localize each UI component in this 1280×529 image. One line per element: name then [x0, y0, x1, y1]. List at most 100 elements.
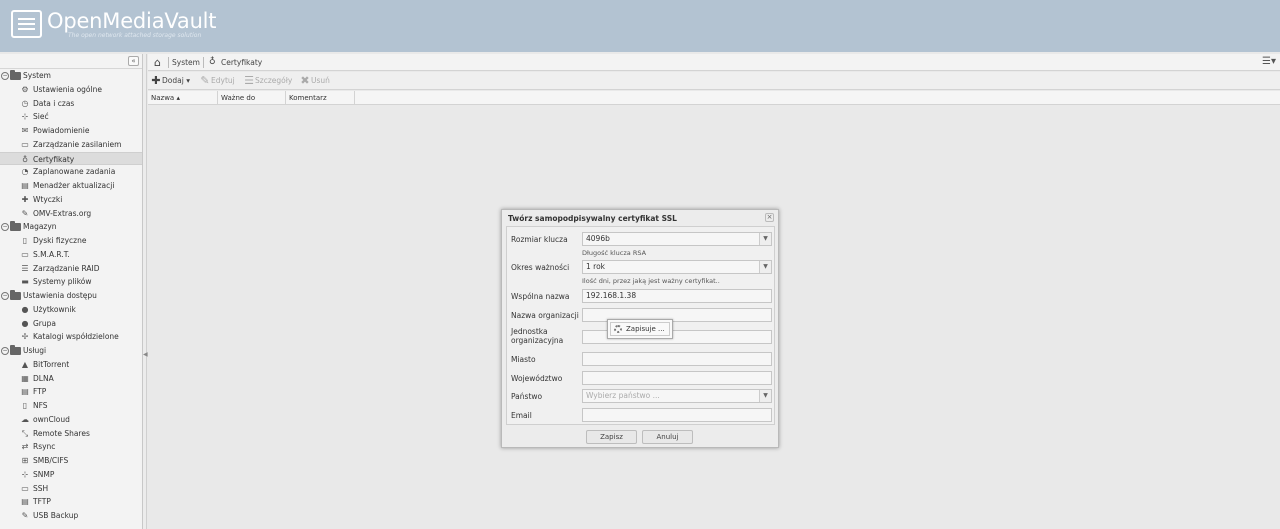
- sidebar-item[interactable]: ▤ FTP: [0, 385, 142, 399]
- sidebar-item[interactable]: ▭ Zarządzanie zasilaniem: [0, 138, 142, 152]
- country-select[interactable]: Wybierz państwo ... ▼: [582, 389, 772, 403]
- city-input[interactable]: [582, 352, 772, 366]
- breadcrumb-system[interactable]: System: [172, 54, 200, 71]
- sidebar-item[interactable]: ▯ NFS: [0, 399, 142, 413]
- collapse-toggle-icon[interactable]: −: [1, 72, 9, 80]
- key-size-select[interactable]: 4096b ▼: [582, 232, 772, 246]
- cancel-button[interactable]: Anuluj: [642, 430, 693, 444]
- edit-button[interactable]: ✎Edytuj: [200, 72, 234, 90]
- email-input[interactable]: [582, 408, 772, 422]
- collapse-toggle-icon[interactable]: −: [1, 292, 9, 300]
- details-button[interactable]: ☰Szczegóły: [244, 72, 292, 90]
- sidebar-item[interactable]: ▦ DLNA: [0, 372, 142, 386]
- power-icon: ▭: [21, 139, 29, 149]
- sidebar-item[interactable]: ◔ Zaplanowane zadania: [0, 165, 142, 179]
- sidebar-item-label: Systemy plików: [33, 277, 92, 287]
- ftp-icon: ▤: [21, 387, 29, 397]
- state-input[interactable]: [582, 371, 772, 385]
- sidebar-item-label: Zarządzanie RAID: [33, 263, 100, 273]
- collapse-toggle-icon[interactable]: −: [1, 347, 9, 355]
- sidebar-item[interactable]: ▯ Dyski fizyczne: [0, 234, 142, 248]
- options-menu-icon[interactable]: ☰▾: [1262, 57, 1276, 67]
- sidebar-item-label: Powiadomienie: [33, 126, 90, 135]
- splitter-arrow-icon[interactable]: ◀: [143, 351, 148, 358]
- sidebar-item[interactable]: ▲ BitTorrent: [0, 358, 142, 372]
- key-size-hint: Długość klucza RSA: [582, 249, 647, 257]
- collapse-sidebar-button[interactable]: «: [128, 56, 139, 66]
- sidebar-item-label: NFS: [33, 401, 48, 410]
- collapse-toggle-icon[interactable]: −: [1, 223, 9, 232]
- sidebar-item[interactable]: ▤ TFTP: [0, 495, 142, 509]
- sidebar-item-label: Katalogi współdzielone: [33, 332, 119, 342]
- sidebar-item[interactable]: ✚ Wtyczki: [0, 193, 142, 207]
- sidebar-item[interactable]: ⊹ Sieć: [0, 110, 142, 124]
- sidebar-item[interactable]: ▭ S.M.A.R.T.: [0, 248, 142, 262]
- sidebar-category[interactable]: − Ustawienia dostępu: [0, 289, 142, 303]
- sidebar-item[interactable]: ⊞ SMB/CIFS: [0, 454, 142, 468]
- delete-icon: ✖: [300, 74, 310, 87]
- sidebar: « − System ⚙ Ustawienia ogólne ◷ Data i czas ⊹…: [0, 54, 143, 529]
- sidebar-category[interactable]: − Usługi: [0, 344, 142, 358]
- common-name-input[interactable]: 192.168.1.38: [582, 289, 772, 303]
- sidebar-item[interactable]: ⚙ Ustawienia ogólne: [0, 83, 142, 97]
- sidebar-item-label: DLNA: [33, 373, 54, 383]
- home-icon[interactable]: ⌂: [154, 54, 161, 71]
- edit-icon: ✎: [200, 74, 210, 87]
- app-subtitle: The open network attached storage soluti…: [68, 32, 202, 39]
- sidebar-item[interactable]: ◷ Data i czas: [0, 97, 142, 111]
- chevron-down-icon[interactable]: ▼: [759, 233, 771, 245]
- sidebar-item[interactable]: ☁ ownCloud: [0, 413, 142, 427]
- close-icon[interactable]: ×: [765, 213, 774, 222]
- delete-button[interactable]: ✖Usuń: [300, 72, 330, 90]
- sidebar-item[interactable]: ♁ Certyfikaty: [0, 151, 142, 166]
- sidebar-item-label: BitTorrent: [33, 359, 70, 369]
- navigation-tree: − System ⚙ Ustawienia ogólne ◷ Data i czas ⊹ Si…: [0, 69, 142, 523]
- chevron-down-icon[interactable]: ▼: [759, 261, 771, 273]
- sidebar-item-label: Rsync: [33, 442, 56, 452]
- sidebar-item[interactable]: ▭ SSH: [0, 482, 142, 496]
- chevron-down-icon[interactable]: ▼: [759, 390, 771, 402]
- sidebar-item[interactable]: ✎ USB Backup: [0, 509, 142, 523]
- terminal-icon: ▭: [21, 483, 29, 493]
- email-label: Email: [511, 411, 532, 420]
- add-button[interactable]: ✚Dodaj ▾: [151, 72, 190, 90]
- certificate-icon: ♁: [22, 154, 28, 164]
- sidebar-item[interactable]: ⊹ SNMP: [0, 468, 142, 482]
- app-title: OpenMediaVault: [47, 9, 217, 33]
- sidebar-item[interactable]: ✉ Powiadomienie: [0, 124, 142, 138]
- save-button[interactable]: Zapisz: [586, 430, 637, 444]
- column-name[interactable]: Nazwa ▴: [148, 91, 218, 105]
- sidebar-item[interactable]: ▤ Menadżer aktualizacji: [0, 179, 142, 193]
- validity-select[interactable]: 1 rok ▼: [582, 260, 772, 274]
- sidebar-splitter[interactable]: ◀: [143, 54, 148, 529]
- column-comment[interactable]: Komentarz: [286, 91, 355, 105]
- update-icon: ▤: [21, 181, 29, 190]
- breadcrumb-certificates[interactable]: Certyfikaty: [221, 54, 262, 71]
- sidebar-item-label: OMV-Extras.org: [33, 208, 92, 218]
- sidebar-item-label: Ustawienia dostępu: [23, 291, 97, 300]
- sidebar-item[interactable]: ☰ Zarządzanie RAID: [0, 262, 142, 276]
- sidebar-category[interactable]: − System: [0, 69, 142, 83]
- country-label: Państwo: [511, 392, 543, 401]
- sidebar-item[interactable]: ▬ Systemy plików: [0, 275, 142, 289]
- remote-icon: ⤡: [21, 428, 29, 438]
- sidebar-item[interactable]: ✎ OMV-Extras.org: [0, 207, 142, 221]
- sidebar-item[interactable]: ⇄ Rsync: [0, 440, 142, 454]
- spinner-icon: [614, 325, 622, 333]
- sidebar-item-label: FTP: [33, 387, 47, 397]
- sidebar-item[interactable]: ● Grupa: [0, 317, 142, 331]
- dialog-title: Twórz samopodpisywalny certyfikat SSL: [508, 214, 677, 223]
- column-valid-until[interactable]: Ważne do: [218, 91, 286, 105]
- sidebar-item[interactable]: ✢ Katalogi współdzielone: [0, 330, 142, 344]
- windows-icon: ⊞: [21, 456, 29, 465]
- sidebar-item-label: System: [23, 71, 51, 80]
- rsync-icon: ⇄: [21, 442, 29, 452]
- sidebar-item-label: Użytkownik: [33, 304, 76, 314]
- sidebar-item-label: SSH: [33, 483, 49, 493]
- folder-icon: [10, 221, 21, 232]
- folder-icon: [10, 345, 21, 355]
- menu-icon[interactable]: [11, 10, 42, 38]
- sidebar-category[interactable]: − Magazyn: [0, 220, 142, 234]
- sidebar-item[interactable]: ⤡ Remote Shares: [0, 427, 142, 441]
- sidebar-item[interactable]: ● Użytkownik: [0, 303, 142, 317]
